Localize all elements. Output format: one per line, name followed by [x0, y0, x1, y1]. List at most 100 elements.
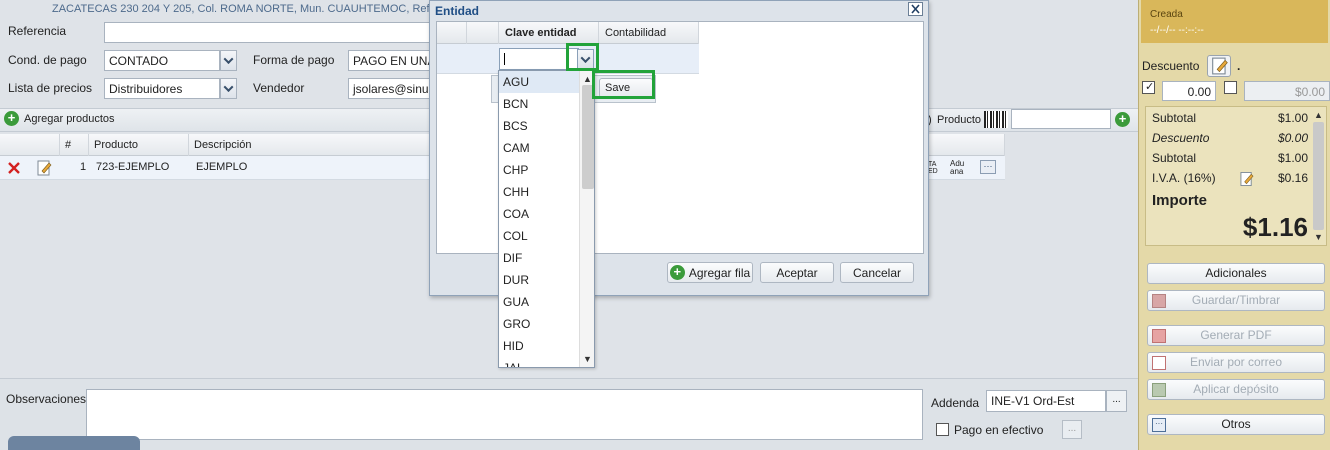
dialog-col-blank2	[467, 22, 499, 44]
row-ta-label: TA ED	[928, 161, 938, 175]
dialog-title: Entidad	[435, 4, 479, 18]
dropdown-option[interactable]: JAL	[499, 357, 579, 367]
dialog-col-clave: Clave entidad	[499, 22, 599, 44]
iva-value: $0.16	[1277, 171, 1308, 185]
chevron-down-icon	[223, 54, 234, 65]
dropdown-option[interactable]: COA	[499, 203, 579, 225]
descuento-label: Descuento	[1142, 59, 1200, 73]
barcode-icon[interactable]	[984, 111, 1008, 128]
edit-icon[interactable]	[1240, 171, 1254, 187]
row-producto: 723-EJEMPLO	[96, 161, 170, 173]
agregar-productos-label: Agregar productos	[24, 112, 115, 125]
dropdown-option[interactable]: BCS	[499, 115, 579, 137]
pago-efectivo-more-button[interactable]: ...	[1062, 420, 1082, 439]
row-aduana-label: Adu ana	[950, 159, 965, 176]
otros-label: Otros	[1221, 417, 1251, 431]
descuento-percent-input[interactable]: 0.00	[1162, 81, 1216, 101]
generar-pdf-button[interactable]: Generar PDF	[1147, 325, 1325, 346]
addenda-select[interactable]: INE-V1 Ord-Est	[986, 390, 1106, 412]
dialog-grid-header: Clave entidad Contabilidad	[437, 22, 699, 44]
cond-pago-label: Cond. de pago	[8, 53, 87, 67]
dropdown-option[interactable]: AGU	[499, 71, 579, 93]
subtotal2-label: Subtotal	[1152, 151, 1197, 165]
dropdown-option[interactable]: CHH	[499, 181, 579, 203]
dialog-close-button[interactable]	[908, 2, 923, 16]
scroll-down-icon[interactable]: ▼	[583, 354, 592, 364]
descuento-checkbox[interactable]: ✓	[1142, 81, 1155, 94]
dropdown-option[interactable]: COL	[499, 225, 579, 247]
aplicar-deposito-button[interactable]: Aplicar depósito	[1147, 379, 1325, 400]
add-product-icon[interactable]: +	[1115, 112, 1130, 127]
subtotal-label: Subtotal	[1152, 111, 1197, 125]
aceptar-button[interactable]: Aceptar	[760, 262, 834, 283]
descuento-edit-button[interactable]	[1207, 55, 1231, 77]
dropdown-option[interactable]: BCN	[499, 93, 579, 115]
descuento-dot: .	[1237, 59, 1241, 73]
highlight-save-button	[592, 70, 655, 99]
dialog-col-blank1	[437, 22, 467, 44]
cancelar-button[interactable]: Cancelar	[840, 262, 914, 283]
enviar-correo-label: Enviar por correo	[1189, 355, 1283, 369]
forma-pago-select[interactable]: PAGO EN UNA	[348, 50, 430, 71]
edit-icon[interactable]	[37, 160, 52, 176]
grid-col-actions	[0, 134, 60, 156]
dropdown-option[interactable]: GUA	[499, 291, 579, 313]
totals-scrollbar[interactable]: ▲ ▼	[1312, 108, 1325, 244]
vendedor-select[interactable]: jsolares@sinub	[348, 78, 430, 99]
enviar-correo-button[interactable]: Enviar por correo	[1147, 352, 1325, 373]
importe-label: Importe	[1152, 192, 1208, 209]
scrollbar-thumb[interactable]	[582, 85, 594, 189]
descuento-total-label: Descuento	[1152, 131, 1210, 145]
add-icon: +	[4, 111, 19, 126]
row-more-button[interactable]: ···	[980, 160, 996, 174]
forma-pago-label: Forma de pago	[253, 53, 335, 67]
descuento-amount-input[interactable]: $0.00	[1244, 81, 1330, 101]
clave-entidad-dropdown-list[interactable]: AGU BCN BCS CAM CHP CHH COA COL DIF DUR GUA GRO HID J…	[498, 70, 595, 368]
pago-efectivo-checkbox[interactable]	[936, 423, 949, 436]
lista-precios-dropdown-button[interactable]	[220, 78, 237, 99]
observaciones-textarea[interactable]	[86, 389, 923, 440]
bottom-tab[interactable]	[8, 436, 140, 450]
dropdown-option[interactable]: CAM	[499, 137, 579, 159]
scroll-down-icon[interactable]: ▼	[1314, 232, 1323, 242]
agregar-fila-button[interactable]: + Agregar fila	[667, 262, 753, 283]
dropdown-option[interactable]: HID	[499, 335, 579, 357]
row-number: 1	[80, 161, 87, 173]
referencia-input[interactable]	[104, 22, 430, 43]
lista-precios-select[interactable]: Distribuidores	[104, 78, 220, 99]
scroll-up-icon[interactable]: ▲	[1314, 110, 1323, 120]
dropdown-option[interactable]: GRO	[499, 313, 579, 335]
status-panel: Creada --/--/-- --:--:--	[1141, 0, 1328, 43]
grid-col-producto: Producto	[89, 134, 189, 156]
addenda-label: Addenda	[931, 396, 980, 410]
dropdown-option[interactable]: CHP	[499, 159, 579, 181]
highlight-dropdown-button	[566, 43, 599, 71]
observaciones-label: Observaciones	[6, 392, 87, 406]
add-icon: +	[669, 265, 685, 280]
addenda-more-button[interactable]: ...	[1106, 390, 1127, 412]
scrollbar-thumb[interactable]	[1313, 122, 1324, 230]
cond-pago-dropdown-button[interactable]	[220, 50, 237, 71]
more-icon: ···	[1152, 418, 1166, 432]
adicionales-button[interactable]: Adicionales	[1147, 263, 1325, 284]
address-text: ZACATECAS 230 204 Y 205, Col. ROMA NORTE…	[52, 3, 451, 15]
cond-pago-select[interactable]: CONTADO	[104, 50, 220, 71]
dropdown-scrollbar[interactable]: ▲ ▼	[579, 71, 594, 367]
guardar-timbrar-label: Guardar/Timbrar	[1191, 293, 1281, 307]
dropdown-option[interactable]: DIF	[499, 247, 579, 269]
lista-precios-label: Lista de precios	[8, 81, 93, 95]
row-descripcion: EJEMPLO	[196, 161, 248, 173]
referencia-label: Referencia	[8, 24, 67, 38]
delete-icon[interactable]	[7, 161, 21, 175]
otros-button[interactable]: ··· Otros	[1147, 414, 1325, 435]
descuento-amount-checkbox[interactable]	[1224, 81, 1237, 94]
dropdown-option[interactable]: DUR	[499, 269, 579, 291]
dialog-col-contabilidad: Contabilidad	[599, 22, 699, 44]
agregar-productos-button[interactable]: + Agregar productos	[4, 111, 115, 126]
generar-pdf-label: Generar PDF	[1200, 328, 1272, 342]
producto-search-input[interactable]	[1011, 109, 1111, 129]
guardar-timbrar-button[interactable]: Guardar/Timbrar	[1147, 290, 1325, 311]
subtotal-row: Subtotal $1.00	[1152, 111, 1308, 131]
status-text: Creada	[1150, 9, 1183, 20]
scroll-up-icon[interactable]: ▲	[583, 74, 592, 84]
